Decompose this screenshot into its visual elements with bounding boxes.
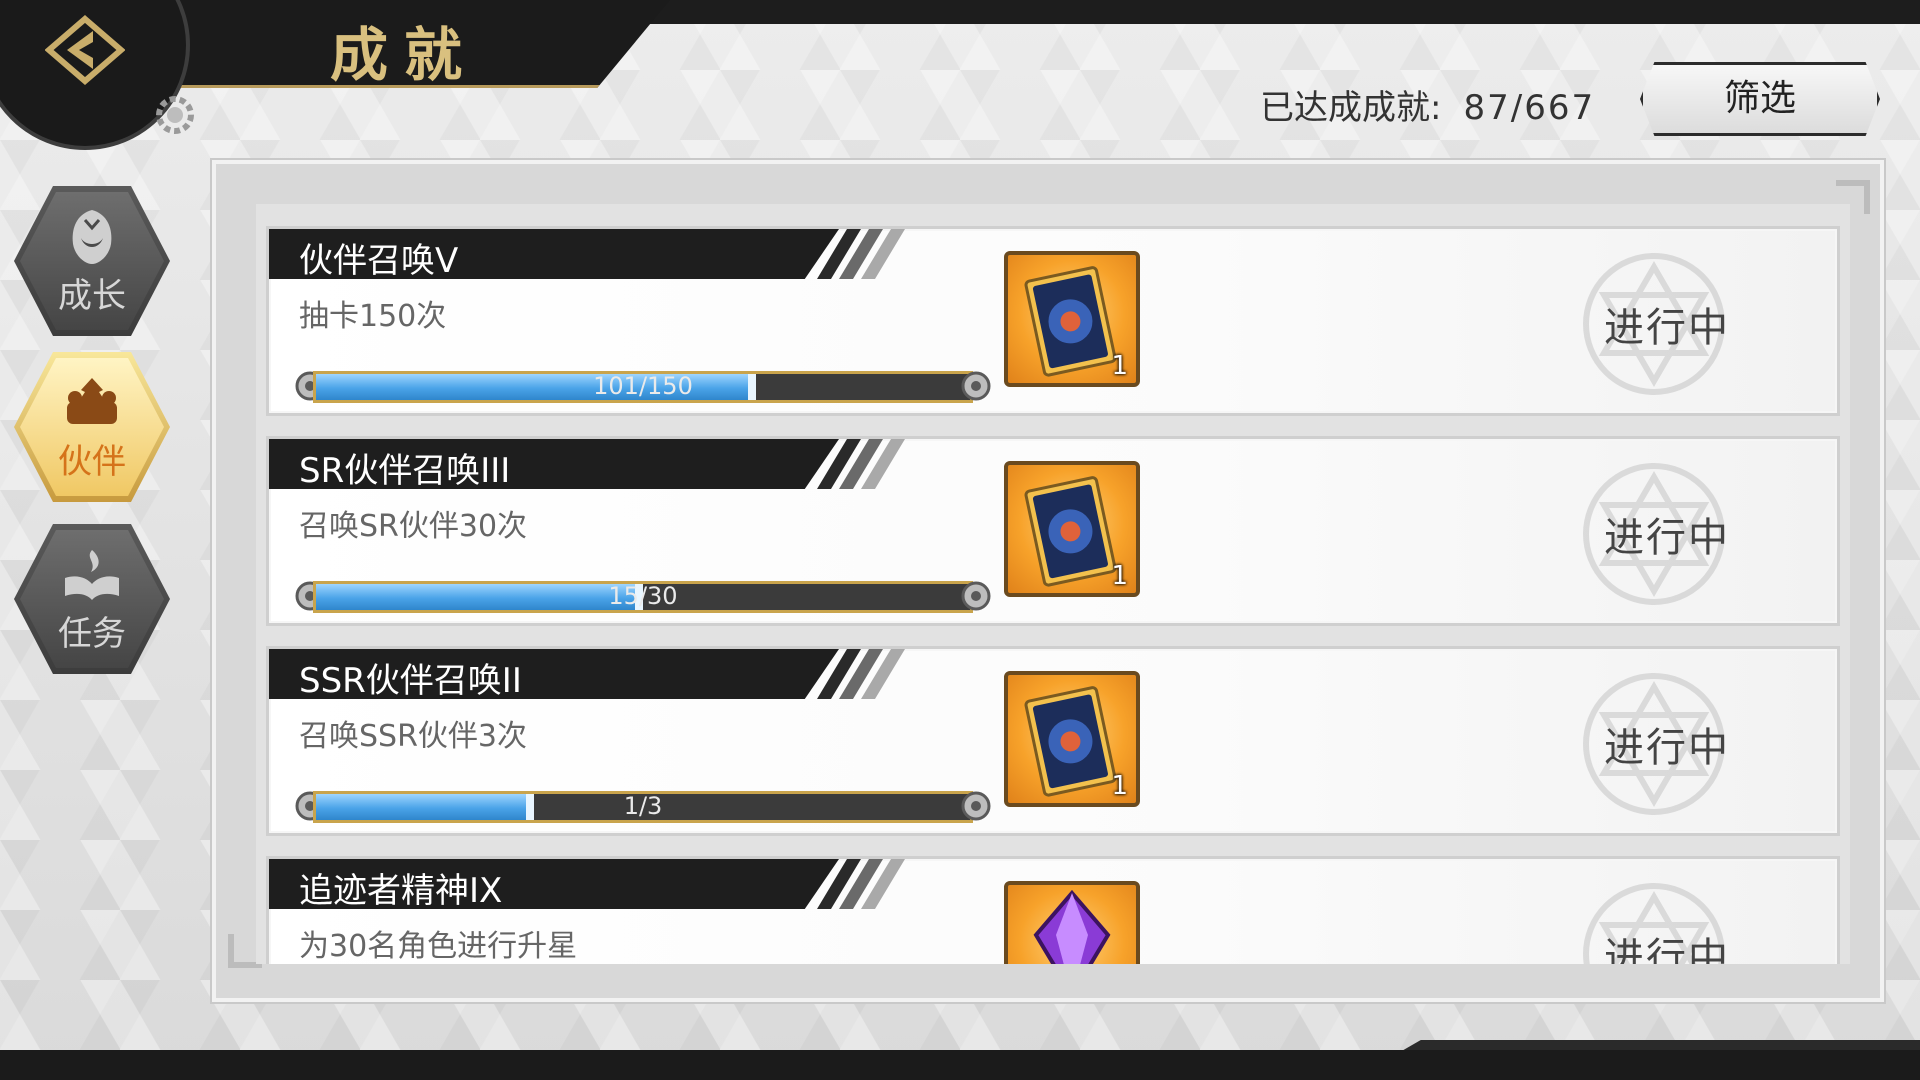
- progress-bar: 101/150: [293, 367, 993, 405]
- header-stripes: [817, 439, 905, 489]
- achieved-counter: 已达成成就: 87/667: [1260, 80, 1595, 129]
- achievement-description: 抽卡150次: [299, 299, 447, 334]
- reward-item[interactable]: [1004, 881, 1140, 964]
- progress-cap-icon: [961, 371, 991, 401]
- achieved-label: 已达成成就:: [1260, 88, 1442, 128]
- achievement-description: 召唤SSR伙伴3次: [299, 719, 528, 754]
- achievement-description: 召唤SR伙伴30次: [299, 509, 528, 544]
- progress-text: 15/30: [608, 582, 678, 610]
- status-label: 进行中: [1604, 515, 1730, 561]
- achievement-title: SSR伙伴召唤II: [299, 661, 522, 701]
- progress-text: 1/3: [623, 792, 663, 820]
- book-flame-icon: [65, 549, 119, 600]
- progress-bar: 15/30: [293, 577, 993, 615]
- reward-item[interactable]: 1: [1004, 671, 1140, 807]
- progress-bar: 1/3: [293, 787, 993, 825]
- tab-label: 任务: [58, 613, 126, 654]
- achievement-card: SR伙伴召唤III 召唤SR伙伴30次 15/30 1 进行中: [266, 436, 1840, 626]
- status-label: 进行中: [1604, 725, 1730, 771]
- achievement-description: 为30名角色进行升星: [299, 929, 578, 964]
- partners-icon: [67, 377, 117, 424]
- progress-text: 101/150: [593, 372, 693, 400]
- gear-icon: [156, 96, 194, 134]
- achievement-panel: 伙伴召唤V 抽卡150次 101/150 1 进行中 SR伙伴召唤III 召唤S…: [212, 160, 1884, 1002]
- reward-count: 1: [1111, 561, 1128, 591]
- header-stripes: [817, 649, 905, 699]
- bottom-bar: [0, 1050, 1920, 1080]
- filter-button[interactable]: 筛选: [1640, 62, 1880, 136]
- reward-count: 1: [1111, 351, 1128, 381]
- achievement-card: 伙伴召唤V 抽卡150次 101/150 1 进行中: [266, 226, 1840, 416]
- reward-item[interactable]: 1: [1004, 461, 1140, 597]
- header-stripes: [817, 229, 905, 279]
- achievement-card: SSR伙伴召唤II 召唤SSR伙伴3次 1/3 1 进行中: [266, 646, 1840, 836]
- achievement-title: SR伙伴召唤III: [299, 451, 511, 491]
- achieved-value: 87/667: [1463, 88, 1596, 128]
- purple-crystal-icon: [1033, 889, 1111, 964]
- tab-label: 成长: [58, 275, 126, 316]
- achievement-title: 伙伴召唤V: [299, 241, 459, 281]
- status-label: 进行中: [1604, 935, 1730, 964]
- status-label: 进行中: [1604, 305, 1730, 351]
- progress-cap-icon: [961, 581, 991, 611]
- progress-cap-icon: [961, 791, 991, 821]
- achievement-card: 追迹者精神IX 为30名角色进行升星 进行中: [266, 856, 1840, 964]
- achievement-list[interactable]: 伙伴召唤V 抽卡150次 101/150 1 进行中 SR伙伴召唤III 召唤S…: [256, 204, 1850, 964]
- page-title: 成就: [330, 21, 479, 89]
- assassin-hood-icon: [72, 209, 112, 264]
- achievement-title: 追迹者精神IX: [299, 871, 503, 911]
- reward-count: 1: [1111, 771, 1128, 801]
- tab-label: 伙伴: [58, 441, 126, 482]
- header-stripes: [817, 859, 905, 909]
- back-arrow-icon[interactable]: [45, 15, 125, 85]
- reward-item[interactable]: 1: [1004, 251, 1140, 387]
